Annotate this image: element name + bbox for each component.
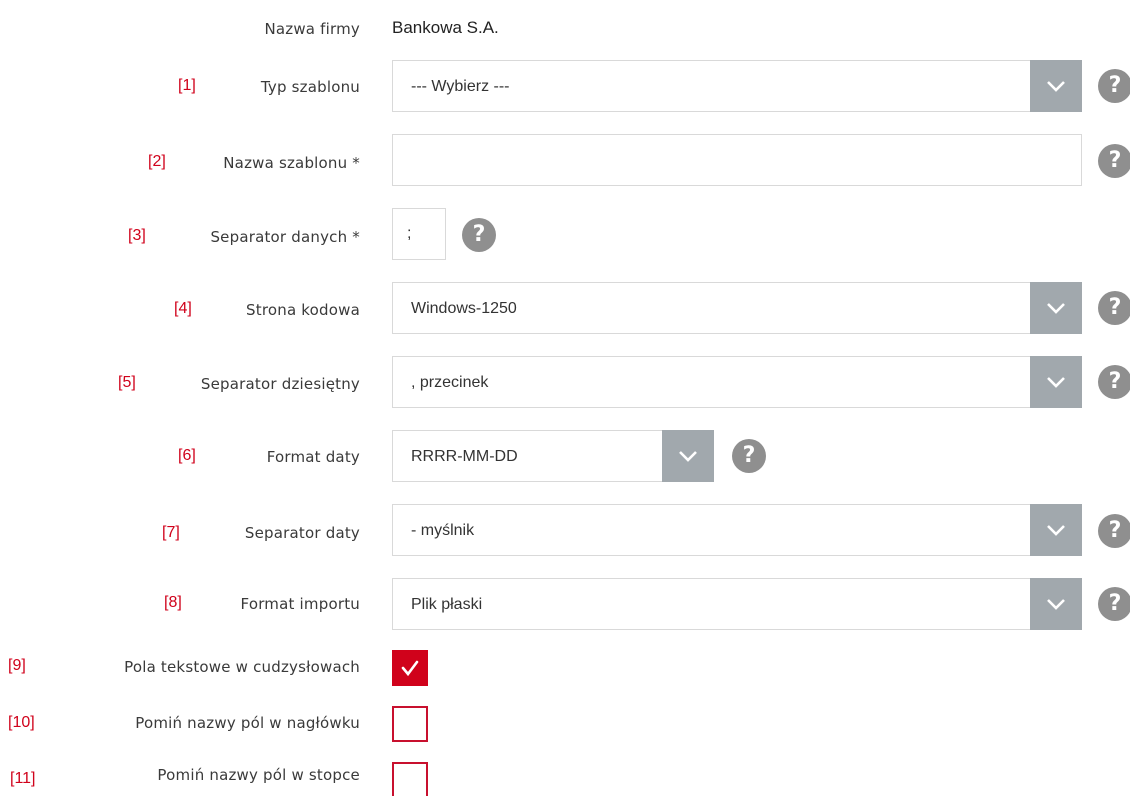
question-mark-icon[interactable]: ?: [1098, 69, 1130, 103]
import-format-label: Format importu: [240, 595, 360, 613]
question-mark-icon[interactable]: ?: [1098, 291, 1130, 325]
skip-header-label: Pomiń nazwy pól w nagłówku: [135, 714, 360, 732]
chevron-down-icon[interactable]: [662, 430, 714, 482]
import-template-form: Nazwa firmy Bankowa S.A. [1] Typ szablon…: [0, 0, 1130, 796]
chevron-down-icon[interactable]: [1030, 578, 1082, 630]
skip-footer-checkbox[interactable]: [392, 762, 428, 796]
code-page-select[interactable]: Windows-1250: [392, 282, 1082, 334]
decimal-separator-value: , przecinek: [411, 374, 489, 391]
date-separator-label: Separator daty: [244, 524, 360, 542]
question-mark-icon[interactable]: ?: [462, 218, 496, 252]
template-type-label: Typ szablonu: [260, 78, 360, 96]
field-number: [2]: [148, 153, 166, 170]
date-format-select[interactable]: RRRR-MM-DD: [392, 430, 714, 482]
code-page-label: Strona kodowa: [246, 301, 360, 319]
decimal-separator-select[interactable]: , przecinek: [392, 356, 1082, 408]
field-number: [3]: [128, 227, 146, 244]
chevron-down-icon[interactable]: [1030, 282, 1082, 334]
data-separator-row: [3] Separator danych * ?: [0, 208, 1130, 260]
skip-footer-row: [11] Pomiń nazwy pól w stopce: [0, 762, 1130, 796]
skip-header-row: [10] Pomiń nazwy pól w nagłówku: [0, 706, 1130, 742]
company-row: Nazwa firmy Bankowa S.A.: [0, 14, 1130, 44]
company-label: Nazwa firmy: [264, 20, 360, 38]
data-separator-label: Separator danych *: [210, 228, 360, 246]
checkmark-icon: [401, 660, 419, 677]
question-mark-icon[interactable]: ?: [732, 439, 766, 473]
field-number: [9]: [8, 657, 26, 674]
field-number: [4]: [174, 300, 192, 317]
field-number: [7]: [162, 524, 180, 541]
field-number: [1]: [178, 77, 196, 94]
field-number: [6]: [178, 447, 196, 464]
quoted-text-label: Pola tekstowe w cudzysłowach: [124, 658, 360, 676]
question-mark-icon[interactable]: ?: [1098, 144, 1130, 178]
template-type-value: --- Wybierz ---: [411, 78, 510, 95]
quoted-text-row: [9] Pola tekstowe w cudzysłowach: [0, 650, 1130, 686]
skip-header-checkbox[interactable]: [392, 706, 428, 742]
template-type-select[interactable]: --- Wybierz ---: [392, 60, 1082, 112]
chevron-down-icon[interactable]: [1030, 504, 1082, 556]
field-number: [8]: [164, 594, 182, 611]
import-format-select[interactable]: Plik płaski: [392, 578, 1082, 630]
quoted-text-checkbox[interactable]: [392, 650, 428, 686]
template-name-row: [2] Nazwa szablonu * ?: [0, 134, 1130, 186]
date-separator-select[interactable]: - myślnik: [392, 504, 1082, 556]
date-separator-row: [7] Separator daty - myślnik ?: [0, 504, 1130, 556]
question-mark-icon[interactable]: ?: [1098, 587, 1130, 621]
skip-footer-label: Pomiń nazwy pól w stopce: [157, 766, 360, 784]
company-name: Bankowa S.A.: [392, 18, 499, 37]
template-name-label: Nazwa szablonu *: [223, 154, 360, 172]
decimal-separator-label: Separator dziesiętny: [200, 375, 360, 393]
date-format-row: [6] Format daty RRRR-MM-DD ?: [0, 430, 1130, 482]
import-format-row: [8] Format importu Plik płaski ?: [0, 578, 1130, 630]
date-separator-value: - myślnik: [411, 522, 475, 539]
data-separator-input[interactable]: [393, 209, 445, 259]
question-mark-icon[interactable]: ?: [1098, 514, 1130, 548]
decimal-separator-row: [5] Separator dziesiętny , przecinek ?: [0, 356, 1130, 408]
question-mark-icon[interactable]: ?: [1098, 365, 1130, 399]
template-name-input[interactable]: [393, 135, 1081, 185]
field-number: [11]: [10, 770, 36, 787]
code-page-value: Windows-1250: [411, 300, 517, 317]
field-number: [10]: [8, 714, 35, 731]
chevron-down-icon[interactable]: [1030, 356, 1082, 408]
code-page-row: [4] Strona kodowa Windows-1250 ?: [0, 282, 1130, 334]
import-format-value: Plik płaski: [411, 596, 483, 613]
field-number: [5]: [118, 374, 136, 391]
date-format-label: Format daty: [266, 448, 360, 466]
date-format-value: RRRR-MM-DD: [411, 448, 518, 465]
data-separator-input-wrap: [392, 208, 446, 260]
chevron-down-icon[interactable]: [1030, 60, 1082, 112]
template-type-row: [1] Typ szablonu --- Wybierz --- ?: [0, 60, 1130, 112]
template-name-input-wrap: [392, 134, 1082, 186]
